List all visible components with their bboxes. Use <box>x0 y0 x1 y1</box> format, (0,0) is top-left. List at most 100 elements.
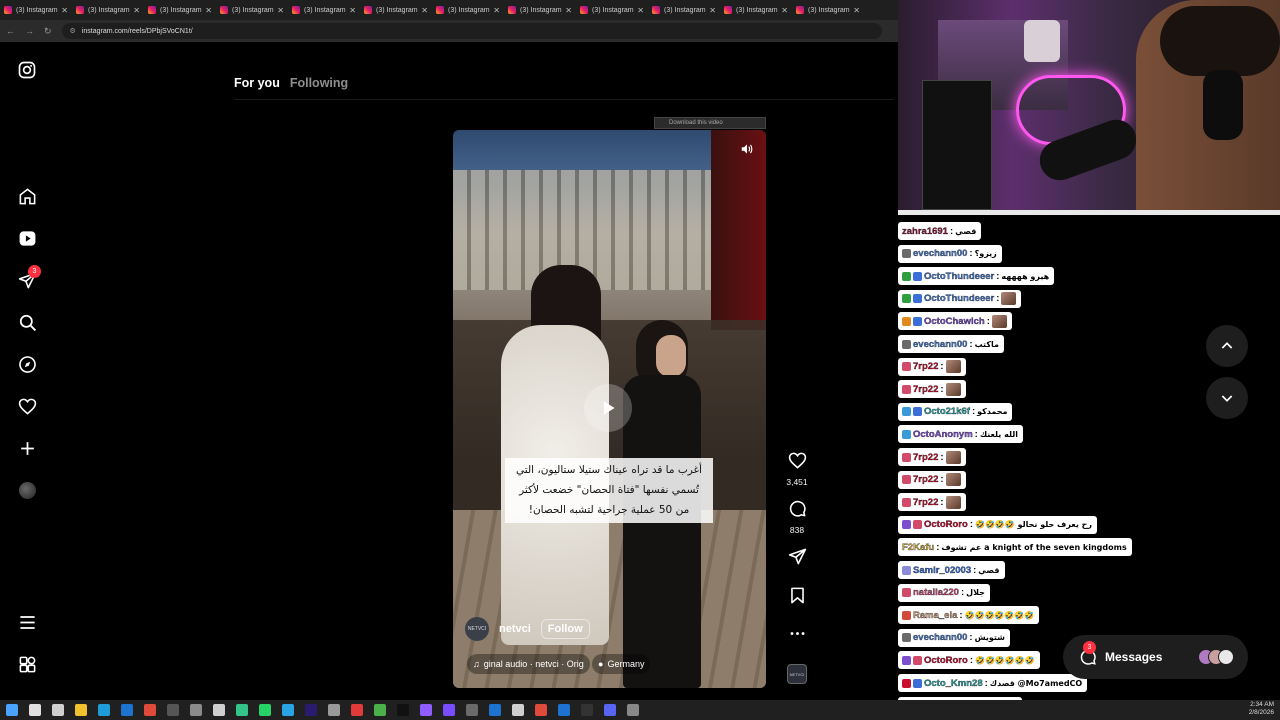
whatsapp-icon[interactable] <box>259 704 271 716</box>
tiktok-icon[interactable] <box>397 704 409 716</box>
save-button[interactable] <box>784 586 810 610</box>
chat-username[interactable]: 7rp22 <box>913 384 939 395</box>
chat-username[interactable]: Octo21k6f <box>924 406 970 417</box>
author-name[interactable]: netvci <box>499 623 531 635</box>
chat-username[interactable]: Rama_ela <box>913 610 958 621</box>
close-tab-icon[interactable]: ✕ <box>565 6 572 15</box>
close-tab-icon[interactable]: ✕ <box>61 6 68 15</box>
browser-tab[interactable]: (3) Instagram ✕ <box>504 0 576 20</box>
next-reel-button[interactable] <box>1206 377 1248 419</box>
close-tab-icon[interactable]: ✕ <box>493 6 500 15</box>
browser-tab[interactable]: (3) Instagram ✕ <box>288 0 360 20</box>
chat-username[interactable]: zahra1691 <box>902 225 948 236</box>
author-avatar[interactable]: NETVCI <box>465 617 489 641</box>
chat-username[interactable]: 7rp22 <box>913 451 939 462</box>
chat-username[interactable]: OctoRoro <box>924 655 968 666</box>
browser-tab[interactable]: (3) Instagram ✕ <box>216 0 288 20</box>
file-explorer-icon[interactable] <box>75 704 87 716</box>
chat-username[interactable]: 7rp22 <box>913 361 939 372</box>
app-icon[interactable] <box>489 704 501 716</box>
more-options-button[interactable] <box>784 624 810 648</box>
browser-tab[interactable]: (3) Instagram ✕ <box>360 0 432 20</box>
audio-link[interactable]: ♫ ginal audio · netvci · Orig <box>467 654 590 674</box>
audio-thumbnail[interactable]: NETVCI <box>787 664 807 684</box>
premiere-icon[interactable] <box>305 704 317 716</box>
chrome-icon[interactable] <box>535 704 547 716</box>
close-tab-icon[interactable]: ✕ <box>133 6 140 15</box>
browser-tab[interactable]: (3) Instagram ✕ <box>432 0 504 20</box>
chat-username[interactable]: evechann00 <box>913 248 968 259</box>
app-icon[interactable] <box>190 704 202 716</box>
messages-button[interactable]: 3 Messages <box>1063 635 1248 679</box>
telegram-icon[interactable] <box>282 704 294 716</box>
share-button[interactable] <box>784 547 810 571</box>
browser-tab[interactable]: (3) Instagram ✕ <box>144 0 216 20</box>
close-tab-icon[interactable]: ✕ <box>781 6 788 15</box>
browser-tab[interactable]: (3) Instagram ✕ <box>648 0 720 20</box>
chat-username[interactable]: evechann00 <box>913 338 968 349</box>
discord-icon[interactable] <box>604 704 616 716</box>
apps-icon[interactable] <box>17 654 37 674</box>
terminal-icon[interactable] <box>236 704 248 716</box>
twitch-icon[interactable] <box>420 704 432 716</box>
close-tab-icon[interactable]: ✕ <box>349 6 356 15</box>
chat-username[interactable]: OctoRoro <box>924 519 968 530</box>
follow-button[interactable]: Follow <box>540 619 590 639</box>
app-icon[interactable] <box>374 704 386 716</box>
app-icon[interactable] <box>351 704 363 716</box>
browser-tab[interactable]: (3) Instagram ✕ <box>720 0 792 20</box>
previous-reel-button[interactable] <box>1206 325 1248 367</box>
reload-icon[interactable]: ↻ <box>44 26 52 37</box>
chat-username[interactable]: OctoChawich <box>924 316 985 327</box>
play-icon[interactable] <box>584 384 632 432</box>
browser-tab[interactable]: (3) Instagram ✕ <box>72 0 144 20</box>
browser-tab[interactable]: (3) Instagram ✕ <box>0 0 72 20</box>
volume-icon[interactable] <box>737 139 757 159</box>
search-icon[interactable] <box>29 704 41 716</box>
tab-for-you[interactable]: For you <box>234 76 280 90</box>
start-icon[interactable] <box>6 704 18 716</box>
obs-icon[interactable] <box>443 704 455 716</box>
chat-username[interactable]: natalia220 <box>913 587 959 598</box>
location-link[interactable]: ● Germany <box>592 654 651 674</box>
home-icon[interactable] <box>17 186 37 206</box>
app-icon[interactable] <box>558 704 570 716</box>
heart-icon[interactable] <box>17 396 37 416</box>
like-button[interactable]: 3,451 <box>784 451 810 487</box>
app-icon[interactable] <box>627 704 639 716</box>
browser-tab[interactable]: (3) Instagram ✕ <box>792 0 864 20</box>
download-video-banner[interactable]: Download this video <box>654 117 766 129</box>
edge-icon[interactable] <box>98 704 110 716</box>
app-icon[interactable] <box>512 704 524 716</box>
close-tab-icon[interactable]: ✕ <box>637 6 644 15</box>
close-tab-icon[interactable]: ✕ <box>277 6 284 15</box>
app-icon[interactable] <box>167 704 179 716</box>
chat-username[interactable]: OctoThundeeer <box>924 293 995 304</box>
close-tab-icon[interactable]: ✕ <box>853 6 860 15</box>
chat-username[interactable]: Samir_02003 <box>913 564 971 575</box>
task-view-icon[interactable] <box>52 704 64 716</box>
chrome-icon[interactable] <box>144 704 156 716</box>
app-icon[interactable] <box>213 704 225 716</box>
close-tab-icon[interactable]: ✕ <box>205 6 212 15</box>
site-info-icon[interactable]: ⚙ <box>70 27 76 35</box>
back-icon[interactable]: ← <box>6 26 15 36</box>
comment-button[interactable]: 838 <box>784 499 810 535</box>
app-icon[interactable] <box>328 704 340 716</box>
create-icon[interactable] <box>17 438 37 458</box>
url-field[interactable]: ⚙ instagram.com/reels/DPbjSVoCN1t/ <box>61 23 882 39</box>
reels-icon[interactable] <box>17 228 37 248</box>
chat-username[interactable]: 7rp22 <box>913 474 939 485</box>
app-icon[interactable] <box>581 704 593 716</box>
browser-tab[interactable]: (3) Instagram ✕ <box>576 0 648 20</box>
outlook-icon[interactable] <box>121 704 133 716</box>
forward-icon[interactable]: → <box>25 26 34 36</box>
chat-username[interactable]: OctoThundeeer <box>924 271 995 282</box>
instagram-logo-icon[interactable] <box>17 60 37 80</box>
explore-icon[interactable] <box>17 354 37 374</box>
menu-icon[interactable] <box>17 612 37 632</box>
chat-username[interactable]: OctoAnonym <box>913 429 973 440</box>
profile-avatar[interactable] <box>17 480 37 500</box>
chat-username[interactable]: 7rp22 <box>913 497 939 508</box>
direct-messages-icon[interactable]: 3 <box>17 265 41 290</box>
